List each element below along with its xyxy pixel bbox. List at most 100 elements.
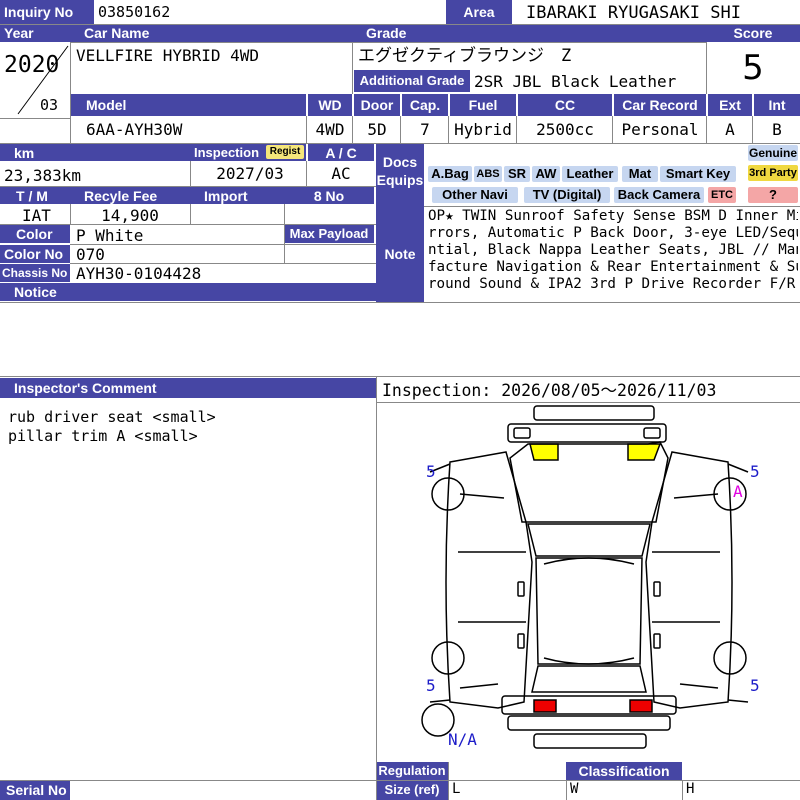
comment-line: pillar trim A <small> [8, 427, 198, 445]
tm-label: T / M [0, 187, 70, 204]
size-h-label: H [686, 781, 695, 797]
spare-tire-status: N/A [448, 730, 477, 749]
import-label: Import [190, 187, 284, 204]
tire-depth-rl: 5 [426, 676, 436, 695]
cap-value: 7 [420, 120, 430, 139]
notice-label: Notice [0, 283, 376, 301]
inquiry-no-value: 03850162 [98, 3, 171, 21]
month-value: 03 [40, 96, 59, 114]
classification-label: Classification [566, 762, 682, 780]
rear-step [533, 733, 647, 749]
tm-value: IAT [22, 206, 51, 224]
note-line: OP★ TWIN Sunroof Safety Sense BSM D Inne… [428, 208, 798, 224]
comment-line: rub driver seat <small> [8, 408, 216, 426]
car-record-value: Personal [621, 120, 699, 139]
front-bumper [533, 405, 655, 421]
note-line: rrors, Automatic P Back Door, 3-eye LED/… [428, 225, 798, 241]
note-text: OP★ TWIN Sunroof Safety Sense BSM D Inne… [428, 208, 798, 302]
year-label: Year [0, 24, 70, 42]
windshield [527, 523, 651, 557]
tire-depth-rr: 5 [750, 676, 760, 695]
smart-key-tag: Smart Key [660, 166, 736, 182]
note-line: ntial, Black Nappa Leather Seats, JBL //… [428, 242, 798, 258]
color-value: P White [76, 226, 144, 244]
note-line: round Sound & IPA2 3rd P Drive Recorder … [428, 276, 796, 292]
front-grille [507, 423, 667, 443]
door-value: 5D [367, 120, 387, 139]
model-value: 6AA-AYH30W [86, 120, 183, 139]
car-record-label: Car Record [614, 94, 706, 116]
size-l-label: L [452, 781, 461, 797]
note-line: facture Navigation & Rear Entertainment … [428, 259, 798, 275]
car-condition-diagram [421, 405, 749, 749]
chassis-no-value: AYH30-0104428 [76, 264, 202, 282]
color-no-label: Color No [0, 245, 70, 263]
recycle-fee-label: Recyle Fee [70, 187, 190, 204]
max-payload-value [286, 244, 374, 262]
third-party-tag: 3rd Party [748, 165, 798, 181]
color-no-value: 070 [76, 245, 105, 263]
etc-tag: ETC [708, 187, 736, 203]
car-name-label: Car Name [70, 24, 350, 42]
cc-label: CC [518, 94, 612, 116]
km-value: 23,383km [4, 166, 82, 185]
inspection-period: Inspection: 2026/08/05～2026/11/03 [382, 381, 717, 400]
other-navi-tag: Other Navi [432, 187, 518, 203]
ac-label: A / C [308, 144, 374, 161]
tail-light-left-damage [533, 699, 557, 713]
abs-tag: ABS [474, 166, 502, 182]
inspectors-comment-text: rub driver seat <small> pillar trim A <s… [8, 408, 372, 448]
mat-tag: Mat [622, 166, 658, 182]
door-label: Door [354, 94, 400, 116]
sr-tag: SR [504, 166, 530, 182]
area-label: Area [446, 0, 512, 24]
ext-label: Ext [708, 94, 752, 116]
chassis-no-label: Chassis No [0, 264, 70, 282]
inquiry-no-label: Inquiry No [0, 0, 94, 24]
import-value [192, 206, 282, 224]
int-label: Int [754, 94, 800, 116]
rear-bumper [507, 715, 671, 731]
tv-digital-tag: TV (Digital) [524, 187, 610, 203]
score-value: 5 [742, 48, 764, 88]
leather-tag: Leather [562, 166, 618, 182]
additional-grade-label: Additional Grade [354, 70, 470, 92]
int-value: B [772, 120, 782, 139]
wd-label: WD [308, 94, 352, 116]
tire-depth-fl: 5 [426, 462, 436, 481]
km-label: km [0, 144, 190, 161]
grade-value: エグゼクティブラウンジ Z [358, 46, 572, 66]
genuine-tag: Genuine [748, 145, 798, 161]
fuel-label: Fuel [450, 94, 516, 116]
grade-label: Grade [350, 24, 706, 42]
color-label: Color [0, 225, 70, 243]
docs-equips-label: Docs Equips [376, 144, 424, 206]
tail-light-right-damage [629, 699, 653, 713]
wd-value: 4WD [315, 120, 345, 139]
car-name-value: VELLFIRE HYBRID 4WD [76, 46, 260, 65]
ac-value: AC [331, 164, 351, 183]
back-camera-tag: Back Camera [614, 187, 704, 203]
damage-mark-a: A [733, 482, 743, 501]
inspectors-comment-label: Inspector's Comment [0, 378, 376, 398]
headlight-left-damage [529, 443, 559, 461]
inspection-value: 2027/03 [216, 164, 284, 183]
unknown-tag: ? [748, 187, 798, 203]
additional-grade-value: 2SR JBL Black Leather [474, 72, 677, 91]
ext-value: A [725, 120, 735, 139]
area-value: IBARAKI RYUGASAKI SHI [526, 3, 741, 23]
size-w-label: W [570, 781, 579, 797]
no8-label: 8 No [284, 187, 374, 204]
fuel-value: Hybrid [454, 120, 512, 139]
recycle-fee-value: 14,900 [101, 206, 159, 224]
model-label: Model [70, 94, 306, 116]
roof [535, 557, 643, 665]
aw-tag: AW [532, 166, 560, 182]
cap-label: Cap. [402, 94, 448, 116]
cc-value: 2500cc [536, 120, 594, 139]
rear-window [531, 665, 647, 693]
no8-value [286, 206, 374, 224]
serial-no-label: Serial No [0, 781, 70, 800]
tire-depth-fr: 5 [750, 462, 760, 481]
regulation-label: Regulation [376, 762, 448, 780]
